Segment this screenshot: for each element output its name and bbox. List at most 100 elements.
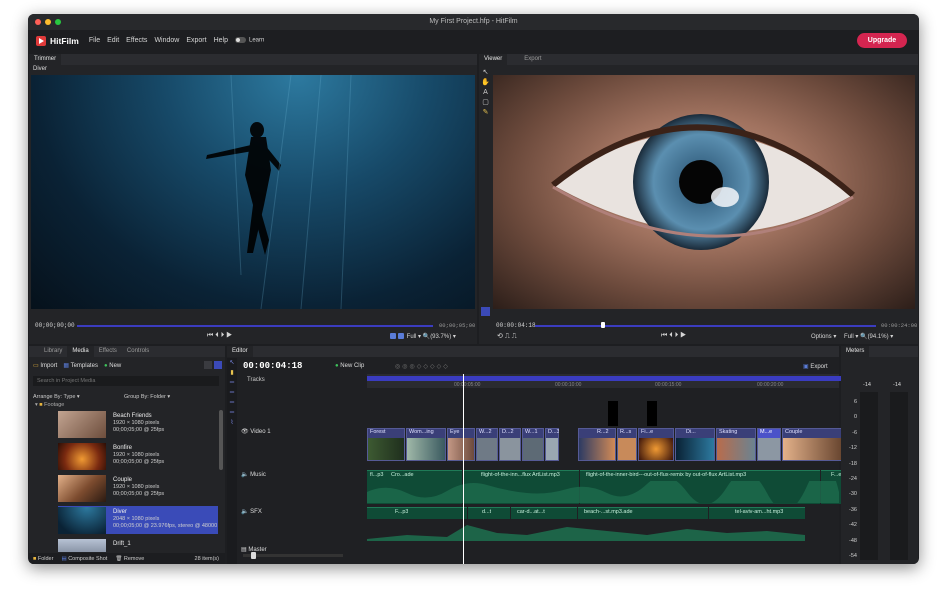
video-clip[interactable]: Di... bbox=[675, 428, 715, 461]
viewer-options-menu[interactable]: Options bbox=[811, 334, 832, 340]
speaker-icon[interactable]: 🔈 bbox=[241, 472, 248, 478]
editor-export-button[interactable]: ▣ Export bbox=[803, 363, 828, 370]
insert-icon[interactable] bbox=[390, 333, 396, 340]
transition-marker[interactable] bbox=[608, 401, 618, 426]
media-scrollbar[interactable] bbox=[219, 410, 223, 470]
media-search-input[interactable] bbox=[33, 376, 219, 386]
import-button[interactable]: ▭ Import bbox=[33, 362, 57, 369]
tab-viewer[interactable]: Viewer bbox=[479, 54, 508, 65]
audio-clip[interactable]: d...t bbox=[468, 507, 510, 519]
tab-effects[interactable]: Effects bbox=[94, 346, 122, 357]
menu-window[interactable]: Window bbox=[154, 37, 179, 44]
zoom-window-button[interactable] bbox=[55, 19, 61, 25]
viewer-scrub-bar[interactable] bbox=[535, 325, 876, 327]
keyframe-icon[interactable]: ◇◇◇◇◇ bbox=[417, 364, 450, 370]
viewer-zoom-value[interactable]: (94.1%) bbox=[868, 334, 889, 340]
video-clip[interactable]: Fi...e bbox=[638, 428, 674, 461]
video-clip[interactable]: R...s bbox=[617, 428, 637, 461]
mark-in-icon[interactable]: ⎍ bbox=[505, 333, 510, 340]
group-by-select[interactable]: Group By: Folder ▾ bbox=[124, 394, 170, 400]
select-tool-icon[interactable]: ↖ bbox=[481, 68, 490, 78]
menu-effects[interactable]: Effects bbox=[126, 37, 147, 44]
menu-edit[interactable]: Edit bbox=[107, 37, 119, 44]
zoom-slider-handle[interactable] bbox=[251, 552, 256, 559]
menu-export[interactable]: Export bbox=[186, 37, 206, 44]
text-tool-icon[interactable]: A bbox=[481, 88, 490, 98]
timeline-zoom-slider[interactable] bbox=[243, 552, 343, 559]
tab-export[interactable]: Export bbox=[519, 54, 546, 65]
slice-tool-icon[interactable]: ▮ bbox=[227, 368, 237, 378]
tab-meters[interactable]: Meters bbox=[841, 346, 870, 357]
video-clip[interactable]: Couple bbox=[782, 428, 849, 461]
arrange-by-select[interactable]: Arrange By: Type ▾ bbox=[33, 394, 80, 400]
work-area-bar[interactable] bbox=[367, 376, 859, 381]
close-window-button[interactable] bbox=[35, 19, 41, 25]
menu-file[interactable]: File bbox=[89, 37, 100, 44]
media-item-selected[interactable]: Diver 2048 × 1080 pixels 00;00;05;00 @ 23.… bbox=[58, 506, 218, 534]
video-clip[interactable]: W...2 bbox=[476, 428, 498, 461]
minimize-window-button[interactable] bbox=[45, 19, 51, 25]
pen-tool-icon[interactable]: ✎ bbox=[481, 108, 490, 118]
video-clip[interactable]: R...2 bbox=[578, 428, 616, 461]
templates-button[interactable]: ▦ Templates bbox=[63, 362, 98, 369]
track-header-music[interactable]: 🔈 Music bbox=[241, 471, 266, 478]
slip-tool-icon[interactable]: ═ bbox=[227, 378, 237, 388]
tab-library[interactable]: Library bbox=[39, 346, 67, 357]
overlay-icon[interactable] bbox=[398, 333, 404, 340]
link-icon[interactable]: ◎ bbox=[402, 364, 409, 370]
learn-toggle[interactable]: Learn bbox=[234, 37, 264, 44]
trimmer-scrub-bar[interactable] bbox=[77, 325, 433, 327]
remove-button[interactable]: 🗑 Remove bbox=[115, 556, 144, 562]
video-clip[interactable]: D...2 bbox=[499, 428, 521, 461]
viewer-step-back-icon[interactable]: ⏴ bbox=[669, 332, 673, 339]
slide-tool-icon[interactable]: ═ bbox=[227, 388, 237, 398]
crop-tool-icon[interactable]: ▢ bbox=[481, 98, 490, 108]
upgrade-button[interactable]: Upgrade bbox=[857, 33, 907, 48]
step-forward-icon[interactable]: ⏵ bbox=[221, 332, 225, 339]
new-button[interactable]: ● New bbox=[104, 363, 121, 369]
timeline-playhead[interactable] bbox=[463, 374, 464, 564]
marker-icon[interactable]: ◎ bbox=[410, 364, 417, 370]
select-tool-icon[interactable]: ↖ bbox=[227, 358, 237, 368]
track-header-sfx[interactable]: 🔈 SFX bbox=[241, 508, 262, 515]
speaker-icon[interactable]: 🔈 bbox=[241, 509, 248, 515]
viewer-play-icon[interactable]: ▶ bbox=[680, 332, 686, 339]
eye-icon[interactable]: 👁 bbox=[241, 429, 249, 435]
viewer-skip-back-icon[interactable]: ⏮ bbox=[661, 332, 667, 339]
video-clip[interactable]: W...1 bbox=[522, 428, 544, 461]
tab-editor[interactable]: Editor bbox=[227, 346, 253, 357]
video-clip[interactable]: Forest bbox=[367, 428, 405, 461]
skip-back-icon[interactable]: ⏮ bbox=[207, 332, 213, 339]
trimmer-quality-select[interactable]: Full bbox=[407, 334, 417, 340]
timeline-ruler[interactable]: 00:00:05:00 00:00:10:00 00:00:15:00 00:0… bbox=[367, 374, 859, 388]
viewer-quality-select[interactable]: Full bbox=[844, 334, 854, 340]
composite-shot-button[interactable]: ▤ Composite Shot bbox=[61, 556, 107, 562]
transition-marker[interactable] bbox=[647, 401, 657, 426]
audio-clip[interactable]: F...p3 bbox=[367, 507, 467, 519]
ripple-tool-icon[interactable]: ═ bbox=[227, 398, 237, 408]
video-clip[interactable]: Skating bbox=[716, 428, 756, 461]
audio-clip[interactable]: car-d...at...t bbox=[511, 507, 577, 519]
video-clip-selected[interactable]: M...e bbox=[757, 428, 781, 461]
trimmer-zoom-value[interactable]: (93.7%) bbox=[430, 334, 451, 340]
video-clip[interactable]: Eye bbox=[447, 428, 475, 461]
media-item[interactable]: Couple 1920 × 1080 pixels 00;00;05;00 @ 25… bbox=[58, 474, 248, 502]
list-view-icon[interactable] bbox=[214, 361, 222, 369]
play-icon[interactable]: ▶ bbox=[226, 332, 232, 339]
video-clip[interactable]: D...3 bbox=[545, 428, 559, 461]
track-header-video1[interactable]: 👁 Video 1 bbox=[241, 428, 271, 435]
grid-view-icon[interactable] bbox=[204, 361, 212, 369]
viewer-step-forward-icon[interactable]: ⏵ bbox=[675, 332, 679, 339]
footage-folder[interactable]: ▾ ■ Footage bbox=[35, 402, 64, 408]
mark-out-icon[interactable]: ⎍ bbox=[512, 333, 517, 340]
tab-trimmer[interactable]: Trimmer bbox=[29, 54, 62, 65]
tab-media[interactable]: Media bbox=[67, 346, 94, 357]
folder-button[interactable]: ■ Folder bbox=[33, 556, 53, 562]
audio-clip[interactable]: tel-aviv-am...ht.mp3 bbox=[709, 507, 805, 519]
step-back-icon[interactable]: ⏴ bbox=[215, 332, 219, 339]
hand-tool-icon[interactable]: ✋ bbox=[481, 78, 490, 88]
media-item[interactable]: Drift_1 bbox=[58, 538, 248, 552]
rate-tool-icon[interactable]: ⌇ bbox=[227, 418, 237, 428]
viewer-fit-icon[interactable] bbox=[481, 307, 490, 316]
viewer-playhead-handle[interactable] bbox=[601, 322, 605, 328]
